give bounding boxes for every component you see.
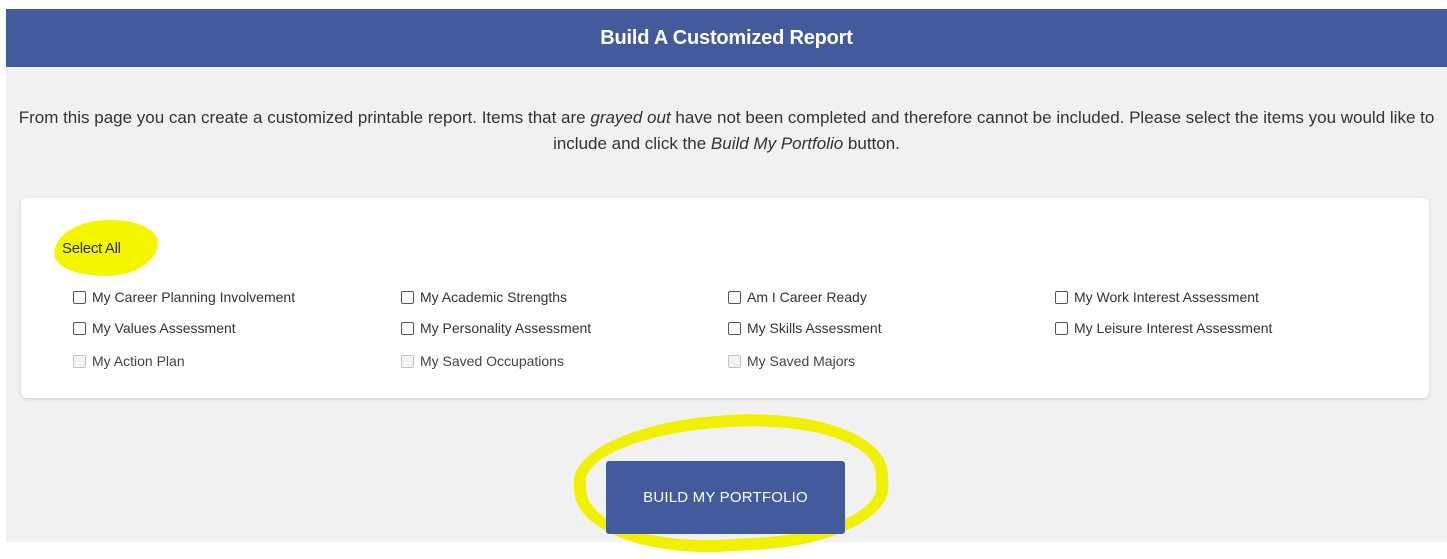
option-label: My Career Planning Involvement xyxy=(92,289,296,305)
option-saved-occupations: My Saved Occupations xyxy=(401,353,564,369)
option-leisure-interest-assessment[interactable]: My Leisure Interest Assessment xyxy=(1055,320,1272,336)
checkbox-disabled xyxy=(728,354,741,368)
option-skills-assessment[interactable]: My Skills Assessment xyxy=(728,320,882,336)
build-my-portfolio-button[interactable]: BUILD MY PORTFOLIO xyxy=(606,461,845,534)
intro-text: From this page you can create a customiz… xyxy=(6,105,1447,157)
page-header: Build A Customized Report xyxy=(6,9,1447,67)
option-action-plan: My Action Plan xyxy=(73,353,185,369)
checkbox[interactable] xyxy=(401,290,414,304)
option-label: My Leisure Interest Assessment xyxy=(1074,320,1273,336)
checkbox[interactable] xyxy=(73,321,86,335)
option-work-interest-assessment[interactable]: My Work Interest Assessment xyxy=(1055,289,1259,305)
options-card: Select All My Career Planning Involvemen… xyxy=(21,198,1429,398)
option-values-assessment[interactable]: My Values Assessment xyxy=(73,320,236,336)
checkbox[interactable] xyxy=(401,321,414,335)
option-saved-majors: My Saved Majors xyxy=(728,353,855,369)
checkbox[interactable] xyxy=(1055,290,1068,304)
option-label: Am I Career Ready xyxy=(747,289,867,305)
option-label: My Work Interest Assessment xyxy=(1074,289,1259,305)
option-label: My Academic Strengths xyxy=(420,289,568,305)
option-am-i-career-ready[interactable]: Am I Career Ready xyxy=(728,289,867,305)
option-label: My Personality Assessment xyxy=(420,320,592,336)
checkbox-disabled xyxy=(73,354,86,368)
option-career-planning-involvement[interactable]: My Career Planning Involvement xyxy=(73,289,295,305)
intro-text-part: From this page you can create a customiz… xyxy=(18,108,591,127)
checkbox[interactable] xyxy=(73,290,86,304)
checkbox-disabled xyxy=(401,354,414,368)
checkbox[interactable] xyxy=(728,321,741,335)
option-academic-strengths[interactable]: My Academic Strengths xyxy=(401,289,567,305)
page-title: Build A Customized Report xyxy=(600,26,853,49)
intro-emphasis: Build My Portfolio xyxy=(710,134,844,153)
intro-emphasis: grayed out xyxy=(590,108,671,127)
option-label: My Skills Assessment xyxy=(747,320,882,336)
intro-text-part: have not been completed and therefore ca… xyxy=(553,108,1435,153)
option-label: My Saved Majors xyxy=(747,353,856,369)
option-label: My Saved Occupations xyxy=(420,353,564,369)
checkbox[interactable] xyxy=(728,290,741,304)
option-personality-assessment[interactable]: My Personality Assessment xyxy=(401,320,591,336)
select-all-link[interactable]: Select All xyxy=(62,240,121,257)
option-label: My Action Plan xyxy=(92,353,185,369)
checkbox[interactable] xyxy=(1055,321,1068,335)
option-label: My Values Assessment xyxy=(92,320,236,336)
report-builder-page: Build A Customized Report From this page… xyxy=(6,9,1447,559)
intro-text-part: button. xyxy=(843,134,900,153)
